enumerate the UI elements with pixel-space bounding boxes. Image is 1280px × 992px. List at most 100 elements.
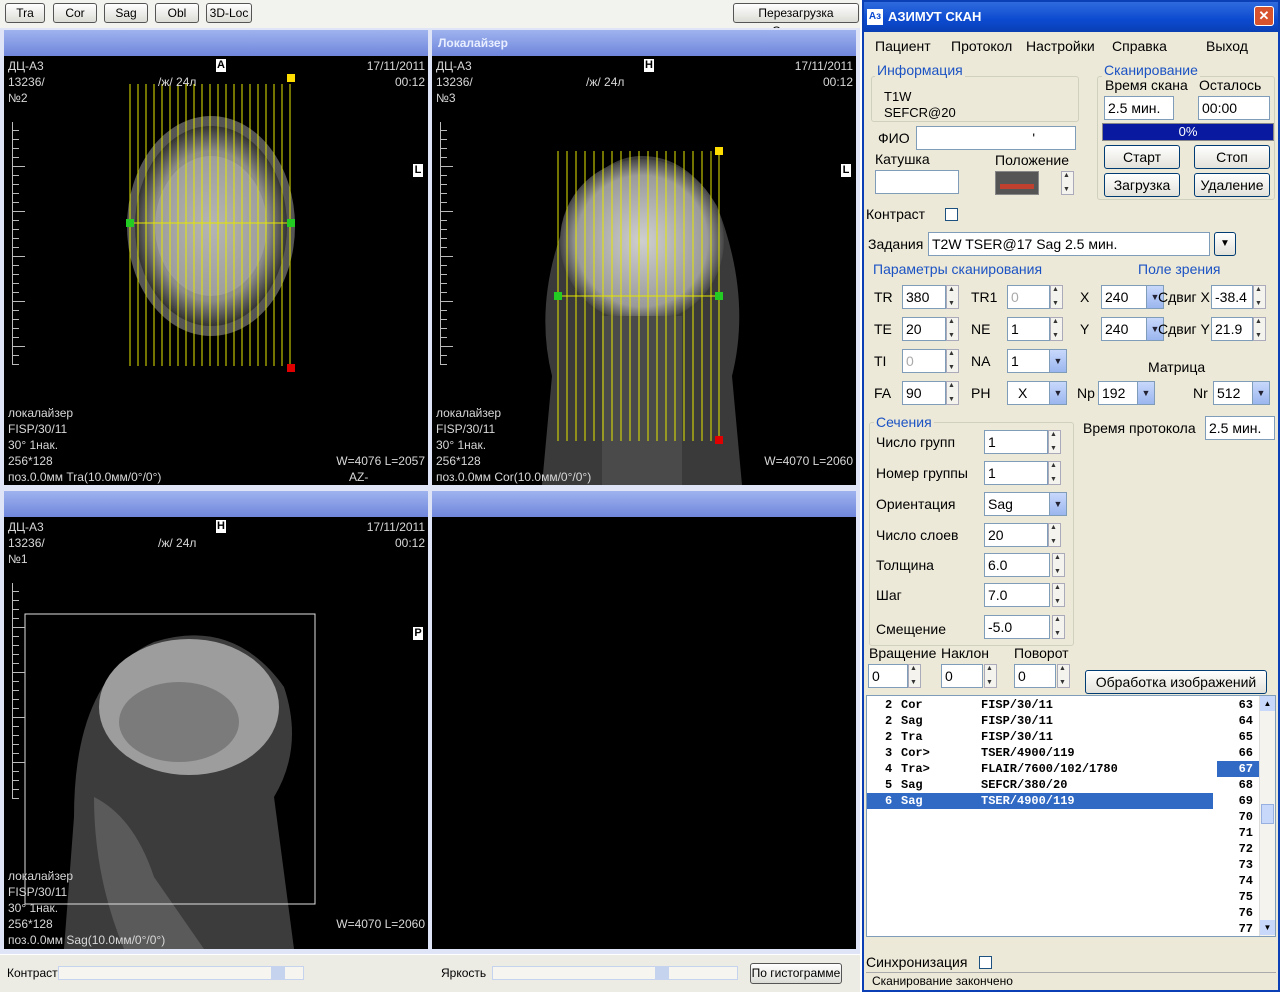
ti-spinner[interactable]	[946, 349, 959, 373]
coil-field[interactable]	[875, 170, 959, 194]
brightness-slider[interactable]	[492, 966, 738, 980]
slice-number[interactable]: 66	[1217, 745, 1259, 761]
protocol-list[interactable]: 2 Cor FISP/30/11 2 Sag FISP/30/11 2 Tra FISP/30/…	[866, 695, 1276, 937]
slice-number[interactable]: 64	[1217, 713, 1259, 729]
scroll-thumb[interactable]	[1261, 804, 1274, 824]
task-dropdown-button[interactable]: ▼	[1214, 232, 1236, 256]
rotation-spinner[interactable]	[908, 664, 921, 688]
offset-field[interactable]: -5.0	[984, 615, 1050, 639]
orientation-field[interactable]: Sag	[984, 492, 1050, 516]
viewport-empty[interactable]	[432, 517, 856, 949]
fa-field[interactable]: 90	[902, 381, 946, 405]
slice-number[interactable]: 76	[1217, 905, 1259, 921]
slice-number[interactable]: 67	[1217, 761, 1259, 777]
x-field[interactable]: 240	[1101, 285, 1147, 309]
tra-button[interactable]: Tra	[5, 3, 45, 23]
contrast-checkbox[interactable]	[945, 208, 958, 221]
thickness-field[interactable]: 6.0	[984, 553, 1050, 577]
viewport-coronal[interactable]: ДЦ-А3 13236/ /ж/ 24л №3 17/11/2011 00:12…	[432, 56, 856, 485]
slice-number[interactable]: 75	[1217, 889, 1259, 905]
image-processing-button[interactable]: Обработка изображений	[1085, 670, 1267, 694]
scan-time-field[interactable]: 2.5 мин.	[1104, 96, 1174, 120]
restart-server-button[interactable]: Перезагрузка Сервера	[733, 3, 859, 38]
groups-field[interactable]: 1	[984, 430, 1048, 454]
histogram-button[interactable]: По гистограмме	[750, 963, 842, 984]
protocol-time-field[interactable]: 2.5 мин.	[1205, 416, 1275, 440]
tr1-spinner[interactable]	[1050, 285, 1063, 309]
sync-checkbox[interactable]	[979, 956, 992, 969]
tr1-field[interactable]: 0	[1007, 285, 1050, 309]
menu-protocol[interactable]: Протокол	[951, 38, 1012, 54]
y-field[interactable]: 240	[1101, 317, 1147, 341]
slice-number[interactable]: 68	[1217, 777, 1259, 793]
ph-dropdown[interactable]: ▼	[1049, 381, 1067, 405]
slices-spinner[interactable]	[1048, 523, 1061, 547]
scroll-up-icon[interactable]: ▲	[1260, 696, 1275, 711]
tilt-spinner[interactable]	[984, 664, 997, 688]
list-scrollbar[interactable]: ▲ ▼	[1259, 696, 1275, 936]
nr-field[interactable]: 512	[1213, 381, 1253, 405]
fa-spinner[interactable]	[946, 381, 959, 405]
na-field[interactable]: 1	[1007, 349, 1050, 373]
slices-field[interactable]: 20	[984, 523, 1048, 547]
nr-dropdown[interactable]: ▼	[1252, 381, 1270, 405]
protocol-row[interactable]: 3 Cor> TSER/4900/119	[867, 745, 1213, 761]
protocol-row[interactable]: 5 Sag SEFCR/380/20	[867, 777, 1213, 793]
cor-button[interactable]: Cor	[53, 3, 97, 23]
ne-field[interactable]: 1	[1007, 317, 1050, 341]
task-field[interactable]: T2W TSER@17 Sag 2.5 мин.	[928, 232, 1210, 256]
fio-field[interactable]: '	[916, 126, 1076, 150]
viewport-sagittal[interactable]: ДЦ-А3 13236/ /ж/ 24л №1 17/11/2011 00:12…	[4, 517, 428, 949]
turn-spinner[interactable]	[1057, 664, 1070, 688]
np-dropdown[interactable]: ▼	[1137, 381, 1155, 405]
sag-button[interactable]: Sag	[104, 3, 148, 23]
tr-spinner[interactable]	[946, 285, 959, 309]
obl-button[interactable]: Obl	[155, 3, 199, 23]
ph-field[interactable]: X	[1007, 381, 1050, 405]
slice-number[interactable]: 74	[1217, 873, 1259, 889]
protocol-row[interactable]: 2 Cor FISP/30/11	[867, 697, 1213, 713]
group-number-spinner[interactable]	[1048, 461, 1061, 485]
tr-field[interactable]: 380	[902, 285, 946, 309]
rotation-field[interactable]: 0	[868, 664, 908, 688]
menu-settings[interactable]: Настройки	[1026, 38, 1095, 54]
slice-number[interactable]: 71	[1217, 825, 1259, 841]
brightness-slider-thumb[interactable]	[655, 967, 669, 979]
shift-y-field[interactable]: 21.9	[1211, 317, 1253, 341]
slice-number[interactable]: 65	[1217, 729, 1259, 745]
step-field[interactable]: 7.0	[984, 583, 1050, 607]
shift-y-spinner[interactable]	[1253, 317, 1266, 341]
offset-spinner[interactable]	[1052, 615, 1065, 639]
stop-button[interactable]: Стоп	[1194, 145, 1270, 169]
slice-number[interactable]: 73	[1217, 857, 1259, 873]
shift-x-spinner[interactable]	[1253, 285, 1266, 309]
slice-number[interactable]: 77	[1217, 921, 1259, 936]
shift-x-field[interactable]: -38.4	[1211, 285, 1253, 309]
contrast-slider[interactable]	[58, 966, 304, 980]
viewport-axial[interactable]: ДЦ-А3 13236/ /ж/ 24л №2 17/11/2011 00:12…	[4, 56, 428, 485]
slice-number[interactable]: 70	[1217, 809, 1259, 825]
tilt-field[interactable]: 0	[941, 664, 983, 688]
contrast-slider-thumb[interactable]	[271, 967, 285, 979]
start-button[interactable]: Старт	[1104, 145, 1180, 169]
np-field[interactable]: 192	[1098, 381, 1138, 405]
protocol-row[interactable]: 2 Sag FISP/30/11	[867, 713, 1213, 729]
ne-spinner[interactable]	[1050, 317, 1063, 341]
position-spinner[interactable]	[1061, 171, 1074, 195]
te-field[interactable]: 20	[902, 317, 946, 341]
protocol-row[interactable]: 6 Sag TSER/4900/119	[867, 793, 1213, 809]
delete-button[interactable]: Удаление	[1194, 173, 1270, 197]
remaining-field[interactable]: 00:00	[1198, 96, 1270, 120]
protocol-row[interactable]: 4 Tra> FLAIR/7600/102/1780	[867, 761, 1213, 777]
menu-help[interactable]: Справка	[1112, 38, 1167, 54]
menu-exit[interactable]: Выход	[1206, 38, 1248, 54]
menu-patient[interactable]: Пациент	[875, 38, 931, 54]
scroll-down-icon[interactable]: ▼	[1260, 920, 1275, 935]
na-dropdown[interactable]: ▼	[1049, 349, 1067, 373]
protocol-row[interactable]: 2 Tra FISP/30/11	[867, 729, 1213, 745]
slice-number[interactable]: 72	[1217, 841, 1259, 857]
step-spinner[interactable]	[1052, 583, 1065, 607]
ti-field[interactable]: 0	[902, 349, 946, 373]
load-button[interactable]: Загрузка	[1104, 173, 1180, 197]
group-number-field[interactable]: 1	[984, 461, 1048, 485]
